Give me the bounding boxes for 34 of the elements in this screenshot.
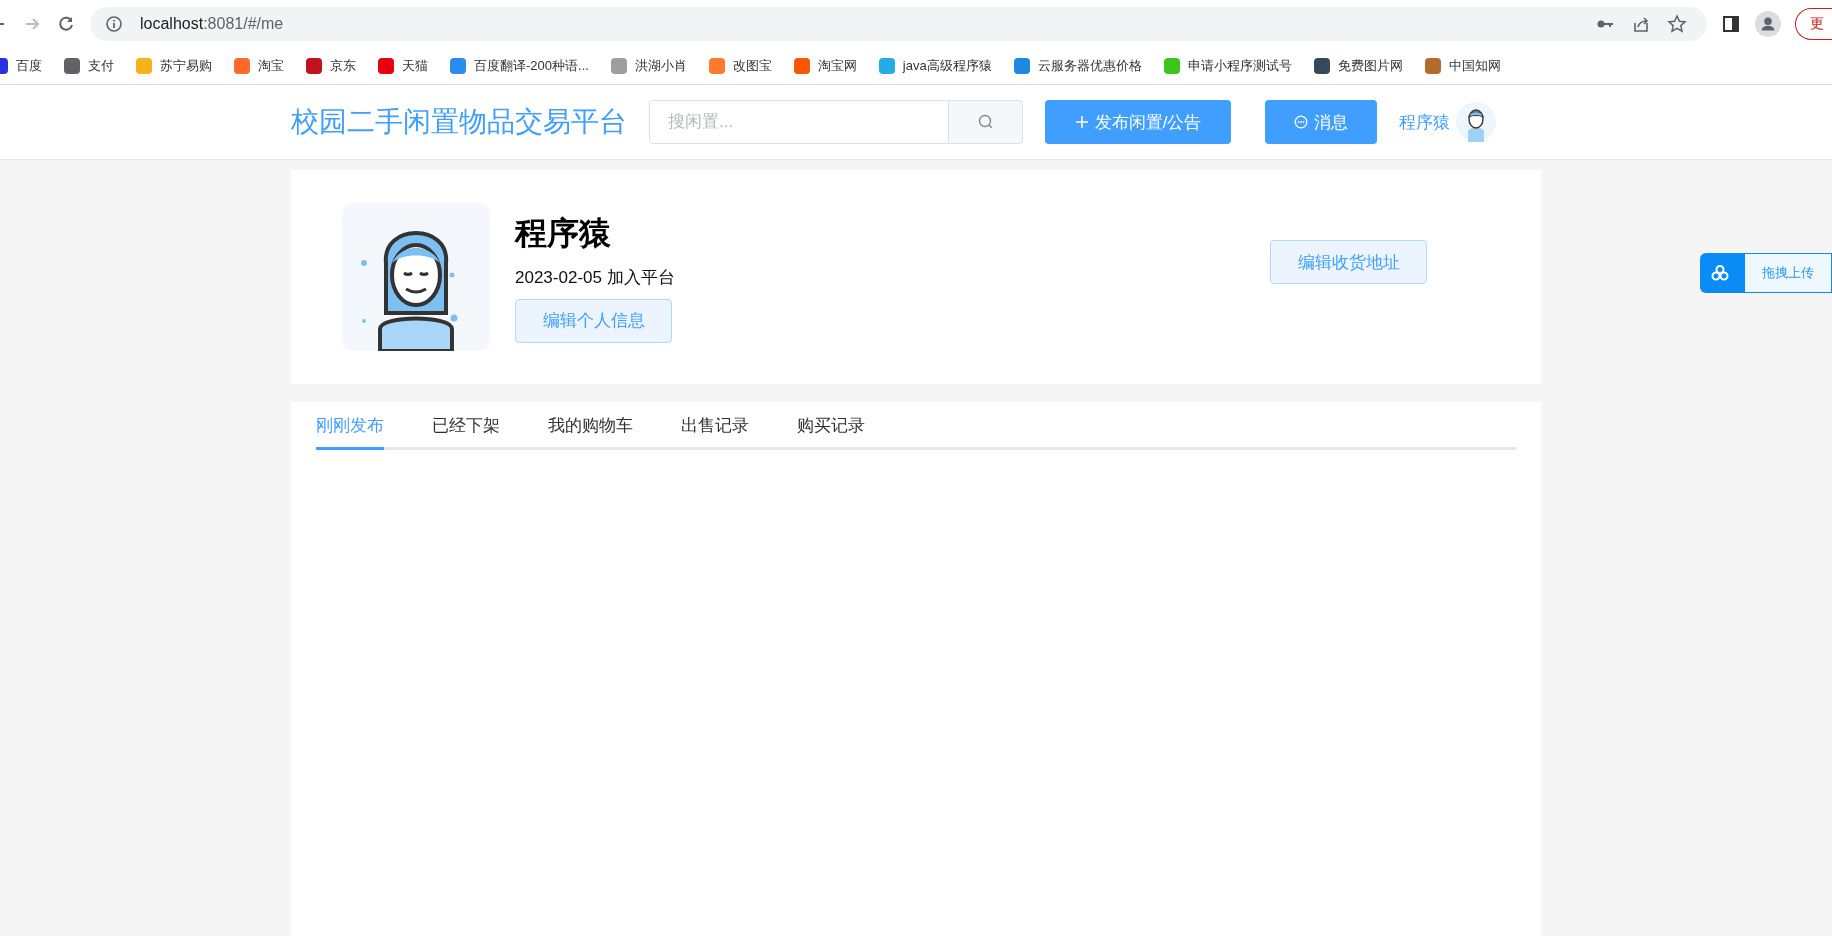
join-date: 2023-02-05 加入平台 — [515, 266, 675, 289]
bookmark-item[interactable]: java高级程序猿 — [878, 56, 992, 75]
bookmark-item[interactable]: 百度 — [0, 56, 42, 75]
bookmark-item[interactable]: 淘宝网 — [793, 56, 857, 75]
bookmark-item[interactable]: 苏宁易购 — [136, 56, 212, 75]
url-text: localhost:8081/#/me — [140, 14, 284, 33]
upload-label: 拖拽上传 — [1744, 253, 1832, 293]
bookmark-item[interactable]: 云服务器优惠价格 — [1013, 56, 1142, 75]
bookmark-item[interactable]: 百度翻译-200种语... — [450, 56, 589, 75]
info-icon[interactable] — [104, 13, 124, 34]
tab[interactable]: 我的购物车 — [548, 414, 633, 450]
side-panel-icon[interactable] — [1721, 13, 1741, 34]
address-bar[interactable]: localhost:8081/#/me — [90, 6, 1707, 41]
bookmark-item[interactable]: 洪湖小肖 — [610, 56, 687, 75]
tab[interactable]: 出售记录 — [681, 414, 749, 450]
bookmark-item[interactable]: 支付 — [64, 56, 114, 75]
bookmark-item[interactable]: 改图宝 — [708, 56, 772, 75]
star-icon[interactable] — [1667, 13, 1687, 34]
bookmark-item[interactable]: 中国知网 — [1424, 56, 1501, 75]
bookmark-item[interactable]: 天猫 — [378, 56, 428, 75]
bookmark-item[interactable]: 免费图片网 — [1313, 56, 1403, 75]
avatar-icon[interactable] — [1456, 102, 1496, 142]
tab[interactable]: 购买记录 — [797, 414, 865, 450]
cloud-icon — [1710, 263, 1730, 283]
update-button[interactable]: 更 — [1795, 7, 1832, 40]
chat-icon — [1294, 115, 1308, 129]
tab[interactable]: 已经下架 — [432, 414, 500, 450]
profile-icon[interactable] — [1755, 10, 1781, 37]
search-field[interactable]: 搜闲置... — [649, 100, 949, 144]
bookmark-item[interactable]: 京东 — [306, 56, 356, 75]
user-name: 程序猿 — [515, 213, 611, 253]
bookmark-item[interactable]: 淘宝 — [234, 56, 284, 75]
bookmark-item[interactable]: 申请小程序测试号 — [1163, 56, 1292, 75]
plus-icon — [1074, 115, 1089, 129]
